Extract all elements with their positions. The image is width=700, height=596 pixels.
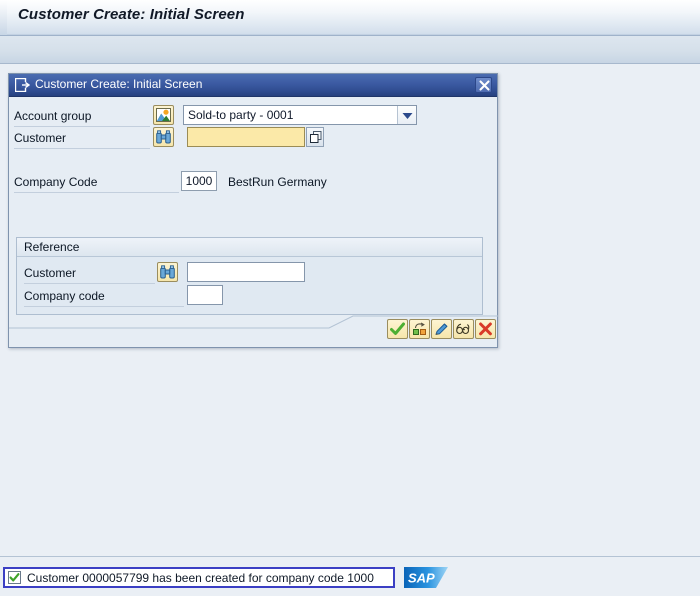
application-toolbar <box>0 36 700 64</box>
reference-company-code-input[interactable] <box>187 285 223 305</box>
page-title: Customer Create: Initial Screen <box>18 6 245 23</box>
dialog-title: Customer Create: Initial Screen <box>35 77 203 91</box>
binoculars-icon[interactable] <box>157 262 178 282</box>
chevron-down-icon[interactable] <box>397 106 416 124</box>
close-icon[interactable] <box>475 77 492 93</box>
reference-customer-label: Customer <box>24 266 77 280</box>
binoculars-icon[interactable] <box>153 127 174 147</box>
svg-text:SAP: SAP <box>408 571 435 586</box>
application-header: Customer Create: Initial Screen <box>0 0 700 36</box>
display-button[interactable] <box>453 319 474 339</box>
success-check-icon <box>8 571 21 584</box>
dialog-button-bar <box>387 319 496 339</box>
company-code-label: Company Code <box>14 175 98 189</box>
reference-groupbox-header: Reference <box>17 238 482 257</box>
status-message-text: Customer 0000057799 has been created for… <box>27 570 374 585</box>
reference-groupbox: Reference Customer Company code <box>16 237 483 315</box>
header-accent-bar <box>0 0 7 35</box>
account-group-dropdown[interactable]: Sold-to party - 0001 <box>183 105 417 125</box>
customer-label: Customer <box>14 131 67 145</box>
status-message-box: Customer 0000057799 has been created for… <box>3 567 395 588</box>
customer-template-button[interactable] <box>409 319 430 339</box>
account-group-label-rule <box>14 126 150 127</box>
company-code-description: BestRun Germany <box>228 175 327 189</box>
status-bar: Customer 0000057799 has been created for… <box>0 556 700 596</box>
reference-company-code-label-rule <box>24 306 184 307</box>
customer-input[interactable] <box>187 127 305 147</box>
company-code-input[interactable] <box>181 171 217 191</box>
reference-groupbox-title: Reference <box>24 240 80 254</box>
change-button[interactable] <box>431 319 452 339</box>
sap-logo: SAP <box>404 567 448 588</box>
sap-gui-screen: Customer Create: Initial Screen Customer… <box>0 0 700 596</box>
dialog-titlebar: Customer Create: Initial Screen <box>9 74 497 97</box>
reference-customer-input[interactable] <box>187 262 305 282</box>
continue-button[interactable] <box>387 319 408 339</box>
modal-dialog: Customer Create: Initial Screen Account … <box>8 73 498 348</box>
value-help-icon[interactable] <box>306 127 324 147</box>
dialog-window-icon <box>14 77 31 93</box>
dialog-body: Account group Sold-to party - 0001 Custo… <box>9 97 498 347</box>
account-group-label: Account group <box>14 109 92 123</box>
account-group-value: Sold-to party - 0001 <box>188 108 294 122</box>
reference-company-code-label: Company code <box>24 289 105 303</box>
cancel-button[interactable] <box>475 319 496 339</box>
picture-mountain-icon[interactable] <box>153 105 174 125</box>
reference-customer-label-rule <box>24 283 155 284</box>
customer-label-rule <box>14 148 150 149</box>
company-code-label-rule <box>14 192 179 193</box>
